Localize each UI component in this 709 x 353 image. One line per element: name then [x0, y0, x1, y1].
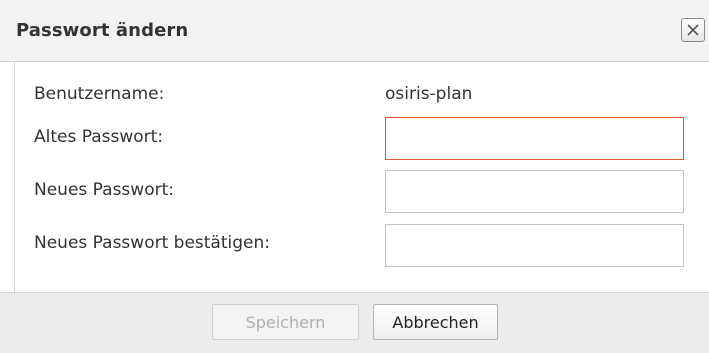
- close-icon: [687, 24, 699, 36]
- dialog-titlebar: Passwort ändern: [0, 0, 709, 62]
- dialog-content: Benutzername: osiris-plan Altes Passwort…: [14, 62, 709, 292]
- old-password-field[interactable]: [385, 117, 684, 160]
- new-password-label: Neues Passwort:: [34, 180, 174, 200]
- close-button[interactable]: [681, 18, 705, 42]
- old-password-label: Altes Passwort:: [34, 127, 164, 147]
- confirm-password-label: Neues Passwort bestätigen:: [34, 233, 270, 253]
- save-button[interactable]: Speichern: [212, 304, 359, 340]
- dialog-footer: Speichern Abbrechen: [0, 292, 709, 353]
- dialog-title: Passwort ändern: [16, 20, 189, 41]
- new-password-field[interactable]: [385, 170, 684, 213]
- username-label: Benutzername:: [34, 84, 165, 104]
- confirm-password-field[interactable]: [385, 224, 684, 267]
- cancel-button[interactable]: Abbrechen: [373, 304, 498, 340]
- username-value: osiris-plan: [385, 84, 473, 104]
- change-password-dialog: Passwort ändern Benutzername: osiris-pla…: [0, 0, 709, 353]
